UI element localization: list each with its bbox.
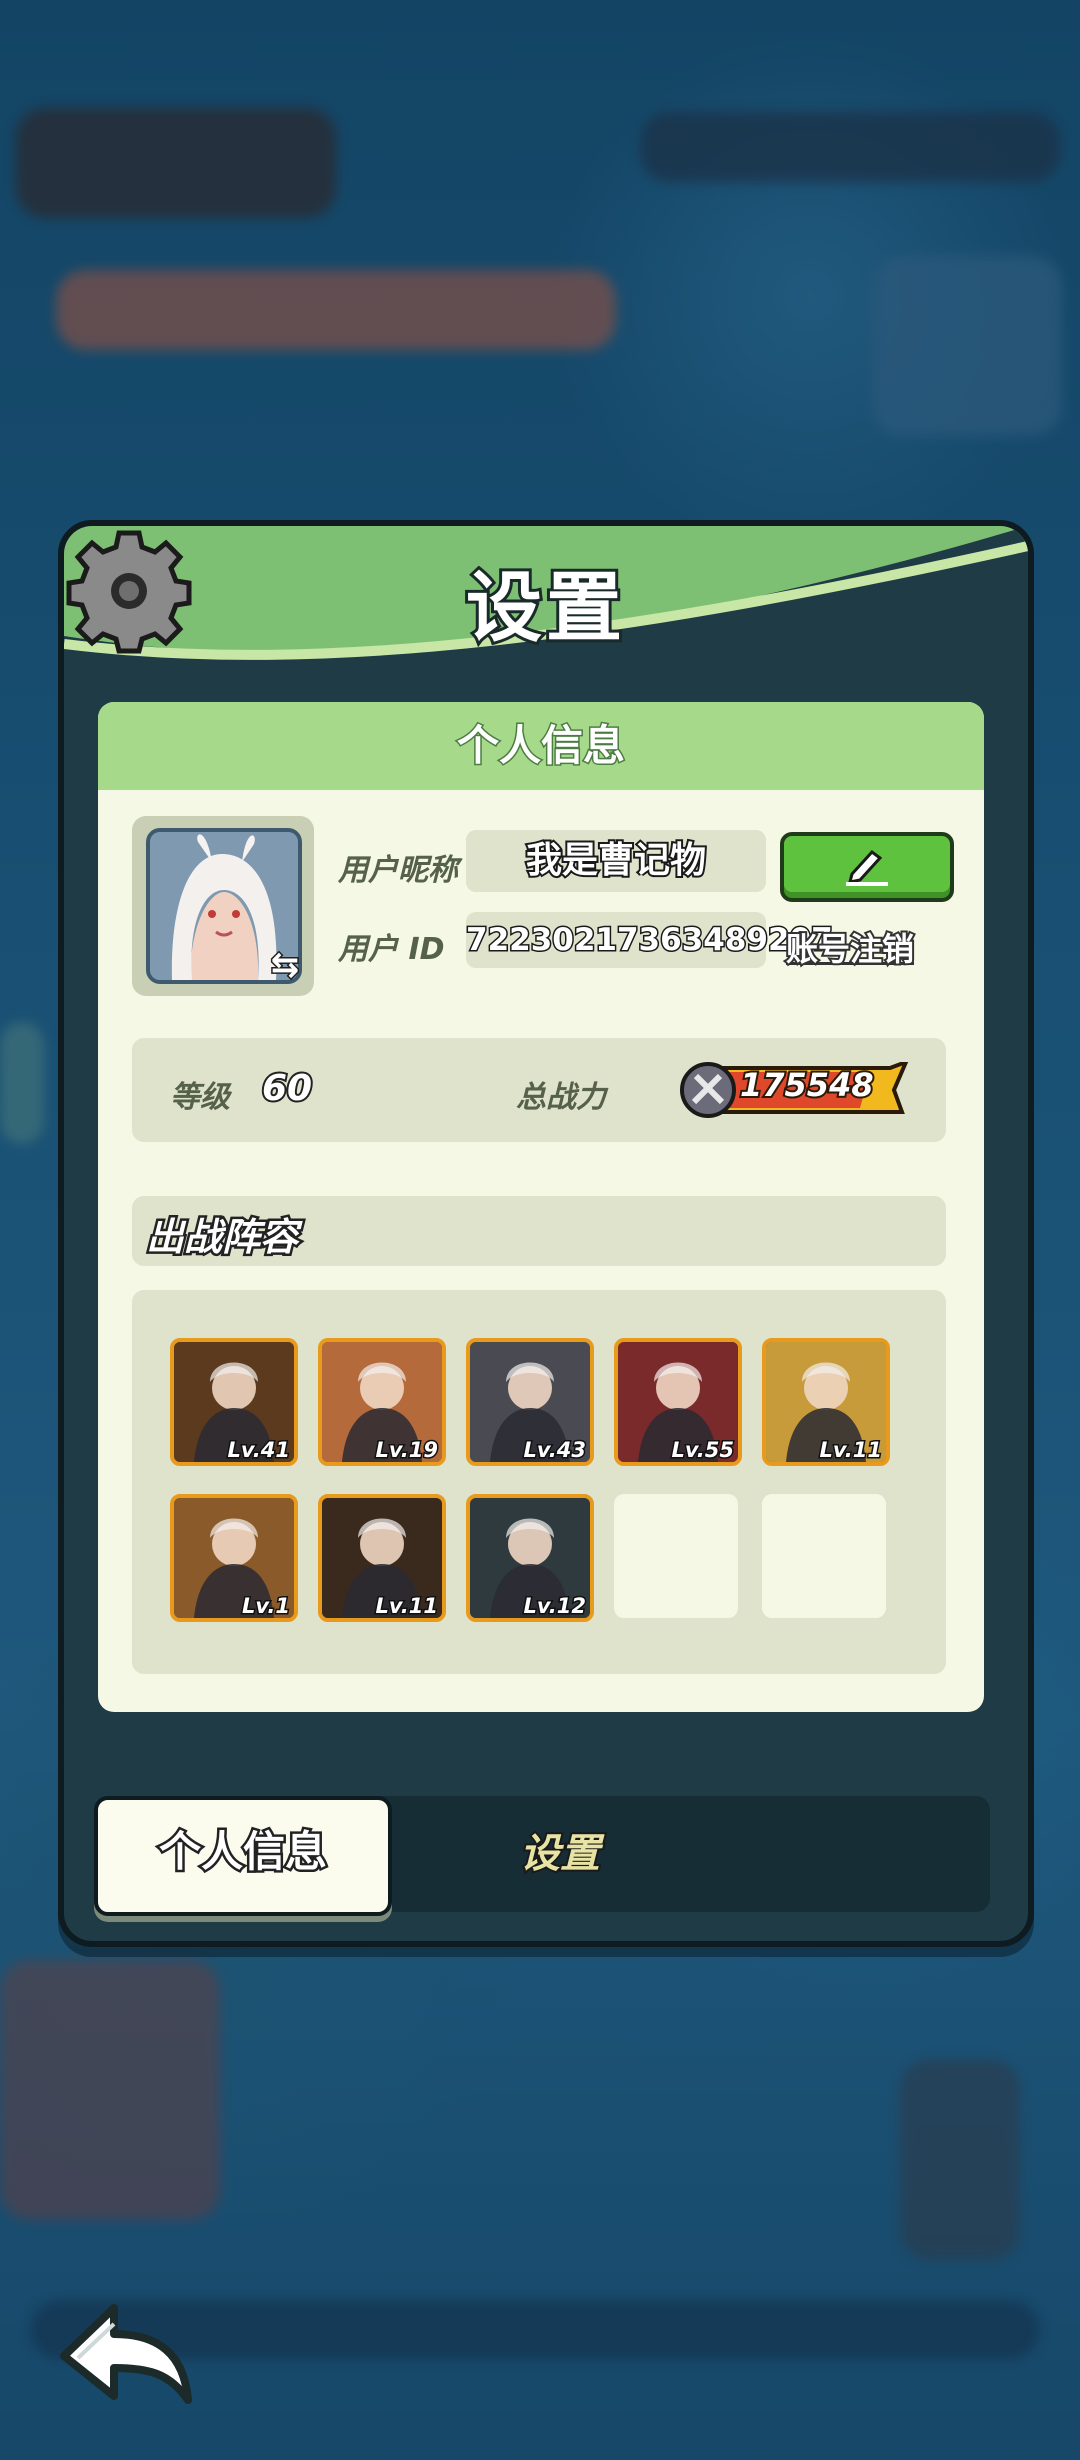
hero-level: Lv.11 (374, 1593, 440, 1619)
power-label: 总战力 (516, 1080, 606, 1115)
tab-bar: 个人信息 设置 (94, 1796, 990, 1916)
lineup-grid: Lv.41 Lv.19 Lv.43 Lv.55 Lv.11 Lv.1 Lv.11 Lv.12 (132, 1290, 946, 1674)
back-arrow-icon[interactable] (58, 2296, 198, 2406)
hero-level: Lv.12 (522, 1593, 588, 1619)
nickname-field: 我是曹记物 (466, 830, 766, 892)
stats-row: 等级 60 总战力 175548 (132, 1038, 946, 1142)
tab-settings[interactable]: 设置 (518, 1796, 602, 1912)
user-id-label: 用户 ID (338, 932, 445, 967)
hero-level: Lv.1 (241, 1593, 292, 1619)
level-value: 60 (260, 1066, 314, 1111)
hero-slot[interactable]: Lv.12 (466, 1494, 594, 1622)
lineup-header: 出战阵容 (132, 1196, 946, 1266)
hero-level: Lv.55 (670, 1437, 736, 1463)
level-label: 等级 (170, 1080, 230, 1115)
hero-slot[interactable]: Lv.11 (318, 1494, 446, 1622)
hero-level: Lv.11 (818, 1437, 884, 1463)
power-badge: 175548 (680, 1062, 910, 1118)
lineup-title: 出战阵容 (143, 1213, 300, 1262)
swap-avatar-icon[interactable]: ⇆ (264, 944, 306, 987)
tab-personal-info[interactable]: 个人信息 (94, 1796, 392, 1916)
avatar-frame[interactable]: ⇆ (132, 816, 314, 996)
hero-level: Lv.19 (374, 1437, 440, 1463)
settings-panel: 设置 个人信息 ⇆ 用户昵称 我是曹记物 用户 ID 7223021736348… (58, 520, 1034, 1947)
deregister-account-link[interactable]: 账号注销 (784, 924, 916, 970)
panel-header: 设置 (64, 526, 1028, 686)
hero-slot[interactable]: Lv.41 (170, 1338, 298, 1466)
user-id-field: 72230217363489207 (465, 912, 834, 968)
edit-nickname-button[interactable] (780, 832, 954, 902)
hero-slot[interactable]: Lv.55 (614, 1338, 742, 1466)
empty-hero-slot[interactable] (762, 1494, 886, 1618)
power-value: 175548 (738, 1064, 876, 1106)
panel-title: 设置 (463, 560, 626, 655)
nickname-label: 用户昵称 (338, 853, 458, 888)
hero-level: Lv.43 (522, 1437, 588, 1463)
hero-slot[interactable]: Lv.19 (318, 1338, 446, 1466)
hero-slot[interactable]: Lv.11 (762, 1338, 890, 1466)
pencil-icon (846, 849, 888, 886)
empty-hero-slot[interactable] (614, 1494, 738, 1618)
hero-level: Lv.41 (226, 1437, 292, 1463)
hero-slot[interactable]: Lv.43 (466, 1338, 594, 1466)
hero-slot[interactable]: Lv.1 (170, 1494, 298, 1622)
profile-section-title: 个人信息 (98, 702, 984, 790)
profile-card: 个人信息 ⇆ 用户昵称 我是曹记物 用户 ID 7223021736348920… (98, 702, 984, 1712)
